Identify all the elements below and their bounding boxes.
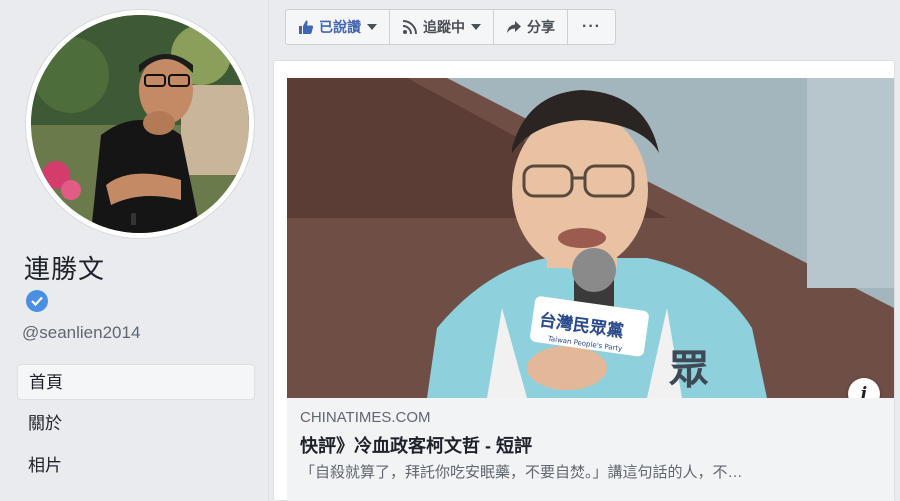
link-domain: CHINATIMES.COM [300, 409, 431, 426]
nav-item-home[interactable]: 首頁 [17, 364, 255, 400]
chevron-down-icon [471, 24, 481, 30]
following-button-label: 追蹤中 [423, 19, 465, 35]
nav-item-more[interactable] [17, 490, 255, 501]
chevron-down-icon [367, 24, 377, 30]
link-preview-meta[interactable]: CHINATIMES.COM 快評》冷血政客柯文哲 - 短評 「自殺就算了，拜託… [287, 398, 894, 501]
link-description: 「自殺就算了，拜託你吃安眠藥，不要自焚。」講這句話的人，不… [300, 464, 743, 481]
share-button-label: 分享 [527, 19, 555, 35]
main-content: 已說讚 追蹤中 分享 ··· 台灣民眾黨 Taiwan People's Par… [269, 0, 900, 501]
nav-item-photos[interactable]: 相片 [17, 448, 255, 484]
more-options-button[interactable]: ··· [568, 10, 615, 44]
profile-handle[interactable]: @seanlien2014 [22, 322, 140, 344]
profile-name[interactable]: 連勝文 [24, 253, 105, 285]
news-photo: 台灣民眾黨 Taiwan People's Party 眾 [287, 78, 894, 398]
avatar[interactable] [31, 15, 249, 233]
nav-item-about[interactable]: 關於 [17, 406, 255, 442]
share-arrow-icon [506, 19, 522, 35]
liked-button-label: 已說讚 [319, 19, 361, 35]
rss-icon [402, 19, 418, 35]
liked-button[interactable]: 已說讚 [286, 10, 390, 44]
link-preview-image[interactable]: 台灣民眾黨 Taiwan People's Party 眾 [287, 78, 894, 398]
thumbs-up-icon [298, 19, 314, 35]
post-card: 台灣民眾黨 Taiwan People's Party 眾 i CHINATIM… [273, 60, 895, 501]
more-icon: ··· [582, 18, 601, 35]
verified-badge-icon [26, 290, 48, 312]
avatar-photo [31, 15, 249, 233]
page-action-toolbar: 已說讚 追蹤中 分享 ··· [285, 9, 616, 45]
share-button[interactable]: 分享 [494, 10, 568, 44]
vest-text: 眾 [669, 347, 709, 393]
link-title[interactable]: 快評》冷血政客柯文哲 - 短評 [300, 432, 881, 460]
profile-sidebar: 連勝文 @seanlien2014 首頁 關於 相片 [0, 0, 268, 501]
following-button[interactable]: 追蹤中 [390, 10, 494, 44]
